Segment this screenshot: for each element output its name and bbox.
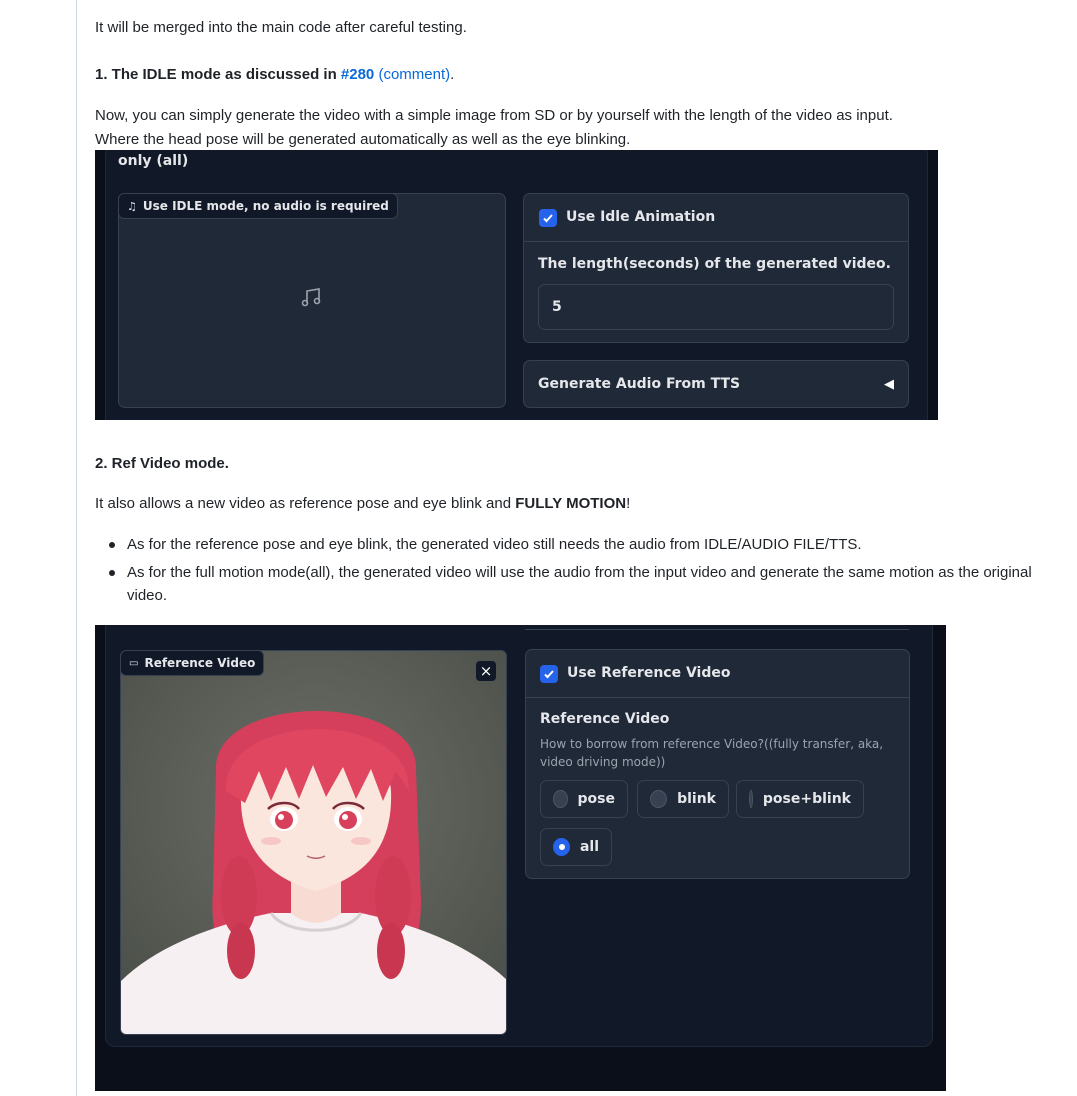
audio-tag: ♫ Use IDLE mode, no audio is required: [118, 193, 398, 219]
section1-heading-prefix: 1. The IDLE mode as discussed in: [95, 66, 341, 83]
ref-video-screenshot: ▭ Reference Video × Use Reference Video …: [95, 625, 946, 1091]
comment-left-border: [76, 0, 77, 1096]
idle-mode-screenshot: only (all) ♫ Use IDLE mode, no audio is …: [95, 150, 938, 420]
section1-desc-line1: Now, you can simply generate the video w…: [95, 107, 893, 124]
radio-button-icon: [650, 790, 668, 808]
divider: [524, 241, 908, 242]
length-input[interactable]: 5: [538, 284, 894, 330]
radio-label: blink: [677, 791, 716, 807]
generate-audio-tts-accordion[interactable]: Generate Audio From TTS ◀: [523, 360, 909, 408]
use-idle-label: Use Idle Animation: [566, 209, 716, 225]
divider: [526, 697, 909, 698]
bullet-list: As for the reference pose and eye blink,…: [109, 533, 1047, 612]
radio-button-icon: [553, 790, 568, 808]
ref-description: How to borrow from reference Video?((ful…: [540, 737, 884, 769]
comment-link[interactable]: (comment): [378, 66, 450, 83]
idle-animation-card: Use Idle Animation The length(seconds) o…: [523, 193, 909, 343]
radio-label: pose+blink: [762, 791, 851, 807]
checkmark-icon: [543, 214, 553, 223]
section2-desc-suffix: !: [626, 495, 631, 512]
music-note-icon: [301, 288, 321, 307]
radio-button-icon: [749, 790, 753, 808]
list-item: As for the reference pose and eye blink,…: [109, 533, 1047, 556]
issue-link[interactable]: #280: [341, 66, 374, 83]
divider: [525, 629, 909, 630]
music-note-icon: ♫: [127, 199, 137, 213]
section1-heading: 1. The IDLE mode as discussed in #280 (c…: [95, 63, 454, 87]
tts-label: Generate Audio From TTS: [538, 376, 741, 392]
use-reference-checkbox[interactable]: [540, 665, 558, 683]
use-idle-checkbox[interactable]: [539, 209, 557, 227]
radio-label: all: [579, 839, 599, 855]
section2-desc: It also allows a new video as reference …: [95, 492, 630, 516]
radio-pose-blink[interactable]: pose+blink: [736, 780, 864, 818]
section2-desc-prefix: It also allows a new video as reference …: [95, 495, 516, 512]
section1-desc-line2: Where the head pose will be generated au…: [95, 131, 631, 148]
radio-blink[interactable]: blink: [637, 780, 729, 818]
anime-girl-image: [121, 651, 506, 1034]
reference-video-card: Use Reference Video Reference Video How …: [525, 649, 910, 879]
intro-text: It will be merged into the main code aft…: [95, 19, 467, 36]
reference-video-player[interactable]: ▭ Reference Video ×: [120, 650, 507, 1035]
length-label: The length(seconds) of the generated vid…: [538, 256, 891, 272]
radio-label: pose: [577, 791, 615, 807]
list-item: As for the full motion mode(all), the ge…: [109, 561, 1047, 607]
video-tag-label: Reference Video: [144, 656, 256, 670]
ref-title: Reference Video: [540, 711, 670, 727]
checkmark-icon: [544, 670, 554, 679]
section2-heading: 2. Ref Video mode.: [95, 455, 229, 472]
radio-button-selected-icon: [553, 838, 570, 856]
video-tag: ▭ Reference Video: [121, 651, 265, 676]
video-camera-icon: ▭: [129, 657, 139, 669]
triangle-left-icon: ◀: [884, 376, 894, 392]
use-reference-label: Use Reference Video: [567, 665, 731, 681]
section1-heading-suffix: .: [450, 66, 455, 83]
panel-header-text: only (all): [118, 153, 189, 169]
audio-tag-label: Use IDLE mode, no audio is required: [142, 199, 389, 213]
close-icon[interactable]: ×: [476, 661, 496, 681]
radio-pose[interactable]: pose: [540, 780, 628, 818]
radio-all[interactable]: all: [540, 828, 612, 866]
audio-upload-box[interactable]: ♫ Use IDLE mode, no audio is required: [118, 193, 506, 408]
section2-desc-bold: FULLY MOTION: [515, 495, 627, 512]
